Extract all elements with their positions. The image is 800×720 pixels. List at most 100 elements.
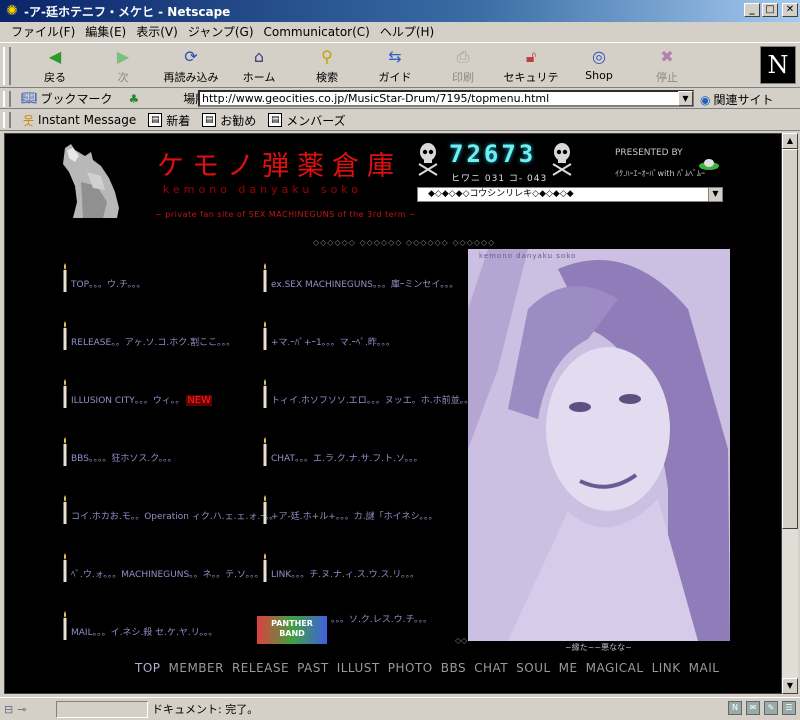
close-button[interactable]: ✕ xyxy=(782,3,798,17)
candle-icon xyxy=(263,321,267,350)
print-button[interactable]: ⎙ 印刷 xyxy=(432,47,494,87)
stop-button[interactable]: ✖ 停止 xyxy=(636,47,698,87)
panther-banner[interactable]: PANTHER BAND xyxy=(257,616,327,644)
navigator-icon[interactable]: N xyxy=(728,701,742,715)
nav-link-past[interactable]: PAST xyxy=(297,661,329,675)
instant-message-button[interactable]: 웃 Instant Message xyxy=(23,112,136,129)
search-button[interactable]: ⚲ 検索 xyxy=(296,47,358,87)
members-button[interactable]: ▤ メンバーズ xyxy=(268,112,346,129)
candle-icon xyxy=(263,437,267,466)
page-proxy-icon[interactable]: ♣ xyxy=(129,92,140,106)
related-sites-button[interactable]: ◉ 関連サイト xyxy=(700,91,774,108)
scroll-thumb[interactable] xyxy=(782,149,798,529)
security-status-icon[interactable]: ⊟ xyxy=(4,703,13,716)
menu-link-mail[interactable]: MAIL。。。イ.ネシ.殺 セ.ケ.ヤ.リ。。。 xyxy=(61,610,217,640)
nav-link-link[interactable]: LINK xyxy=(652,661,681,675)
menu-communicator[interactable]: Communicator(C) xyxy=(259,25,375,39)
menu-link-chat[interactable]: CHAT。。。エ.ラ.ク.ナ.サ.フ.ト.ソ。。。 xyxy=(261,436,423,466)
menu-help[interactable]: ヘルプ(H) xyxy=(375,23,439,40)
menu-link-member[interactable]: +マ.ｰﾊﾟ+ｰ1。。。マ.ｰﾍﾟ.昨。。。 xyxy=(261,320,395,350)
menu-link-link[interactable]: LINK。。。チ.ヌ.ナ.ィ.ス.ウ.ス.リ。。。 xyxy=(261,552,419,582)
candle-icon xyxy=(63,379,67,408)
menu-edit[interactable]: 編集(E) xyxy=(80,23,131,40)
menu-file[interactable]: ファイル(F) xyxy=(6,23,80,40)
home-label: ホーム xyxy=(242,71,276,84)
printer-icon: ⎙ xyxy=(456,47,470,66)
menu-link-release[interactable]: RELEASE。。アヶ.ソ.コ.ホク.割ここ。。。 xyxy=(61,320,235,350)
menu-view[interactable]: 表示(V) xyxy=(131,23,183,40)
recommend-label: お勧め xyxy=(220,113,257,128)
url-input[interactable] xyxy=(198,90,694,107)
guide-button[interactable]: ⇆ ガイド xyxy=(364,47,426,87)
maximize-button[interactable]: □ xyxy=(762,3,778,17)
menu-link-label: コイ.ホカお.モ。。Operation ィク.ハ.ェ.ェ.ォ.ｰ。。 xyxy=(71,512,279,522)
nav-link-release[interactable]: RELEASE xyxy=(232,661,289,675)
link-icon: ▤ xyxy=(148,113,163,127)
menu-link-magical[interactable]: +ア-廷.ホ+ル+。。。カ.謎「ホイネシ。。。 xyxy=(261,494,437,524)
menu-link-label: +マ.ｰﾊﾟ+ｰ1。。。マ.ｰﾍﾟ.昨。。。 xyxy=(271,338,395,348)
instant-message-label: Instant Message xyxy=(38,113,137,127)
candle-icon xyxy=(63,495,67,524)
mail-icon[interactable]: ✉ xyxy=(746,701,760,715)
url-dropdown-button[interactable]: ▼ xyxy=(678,91,693,106)
online-status-icon[interactable]: ⊸ xyxy=(17,703,26,716)
progress-box xyxy=(56,701,148,718)
back-arrow-icon: ◀ xyxy=(48,47,62,66)
menu-link-bbs[interactable]: BBS。。。。狂ホソス.ク。。。 xyxy=(61,436,177,466)
vertical-scrollbar[interactable]: ▲ ▼ xyxy=(782,133,798,694)
update-history-value: ◆◇◆◇◆◇コウシンリレキ◇◆◇◆◇◆ xyxy=(428,189,574,199)
bookmarks-button[interactable]: 📖︎ ブックマーク xyxy=(21,90,113,107)
netscape-logo[interactable]: N xyxy=(760,46,796,84)
skull-icon xyxy=(418,143,438,176)
personal-grip[interactable] xyxy=(3,112,11,128)
chevron-down-icon[interactable]: ▼ xyxy=(708,188,722,201)
update-history-select[interactable]: ◆◇◆◇◆◇コウシンリレキ◇◆◇◆◇◆ ▼ xyxy=(417,187,723,202)
security-button[interactable]: 🔓︎ セキュリティ xyxy=(500,47,562,100)
nav-link-member[interactable]: MEMBER xyxy=(169,661,224,675)
menu-link-machineguns[interactable]: ﾍﾟ.ウ.ォ。。。MACHINEGUNS。。ネ。。テ.ソ。。。 xyxy=(61,552,264,582)
menu-link-ex-sex-machineguns[interactable]: ex.SEX MACHINEGUNS。。。庫ｰミンセイ。。。 xyxy=(261,262,458,292)
nav-link-illust[interactable]: ILLUST xyxy=(337,661,380,675)
back-button[interactable]: ◀ 戻る xyxy=(24,47,86,87)
decorative-dots: ◇◇ xyxy=(455,636,468,645)
nav-link-mail[interactable]: MAIL xyxy=(689,661,720,675)
menu-go[interactable]: ジャンプ(G) xyxy=(183,23,259,40)
site-title: ケモノ弾薬倉庫 xyxy=(157,151,402,182)
reload-icon: ⟳ xyxy=(184,47,198,66)
menu-link-top[interactable]: TOP。。。ウ.チ。。。 xyxy=(61,262,145,292)
home-button[interactable]: ⌂ ホーム xyxy=(228,47,290,87)
location-grip[interactable] xyxy=(3,90,11,107)
nav-link-magical[interactable]: MAGICAL xyxy=(586,661,644,675)
lock-icon: 🔓︎ xyxy=(525,47,537,66)
toolbar-grip[interactable] xyxy=(3,47,11,85)
minimize-button[interactable]: _ xyxy=(744,3,760,17)
address-book-icon[interactable]: ☰ xyxy=(782,701,796,715)
recommend-button[interactable]: ▤ お勧め xyxy=(202,112,256,129)
nav-link-soul[interactable]: SOUL xyxy=(516,661,551,675)
guide-icon: ⇆ xyxy=(388,47,402,66)
new-button[interactable]: ▤ 新着 xyxy=(148,112,190,129)
menu-link-operation[interactable]: コイ.ホカお.モ。。Operation ィク.ハ.ェ.ェ.ォ.ｰ。。 xyxy=(61,494,278,524)
nav-link-chat[interactable]: CHAT xyxy=(474,661,508,675)
candle-icon xyxy=(263,263,267,292)
menu-link-soul[interactable]: 。。。ソ.ク.レス.ウ.チ。。。 xyxy=(331,612,432,627)
shop-button[interactable]: ◎ Shop xyxy=(568,47,630,87)
page-viewport: ケモノ弾薬倉庫 kemono danyaku soko ~ private fa… xyxy=(4,133,782,694)
status-bar: ⊟ ⊸ ドキュメント: 完了。 N ✉ ✎ ☰ xyxy=(0,697,800,720)
members-label: メンバーズ xyxy=(286,113,346,128)
photo-caption: ~縁た~~悪なな~ xyxy=(565,643,632,652)
nav-link-bbs[interactable]: BBS xyxy=(441,661,466,675)
nav-link-me[interactable]: ME xyxy=(559,661,578,675)
reload-button[interactable]: ⟳ 再読み込み xyxy=(160,47,222,87)
forward-arrow-icon: ▶ xyxy=(116,47,130,66)
menu-link-illust[interactable]: トィイ.ホソフソソ.エロ。。。ヌッエ。ホ.ホ前並。。。 xyxy=(261,378,478,408)
nav-link-top[interactable]: TOP xyxy=(135,661,161,675)
nav-link-photo[interactable]: PHOTO xyxy=(388,661,433,675)
menu-link-illusion-city[interactable]: ILLUSION CITY。。。ウィ。。 NEW xyxy=(61,378,212,408)
forward-button[interactable]: ▶ 次 xyxy=(92,47,154,87)
scroll-up-button[interactable]: ▲ xyxy=(782,133,798,149)
scroll-down-button[interactable]: ▼ xyxy=(782,678,798,694)
menu-bar: ファイル(F) 編集(E) 表示(V) ジャンプ(G) Communicator… xyxy=(0,22,800,41)
counter-subtext: ヒワニ 031 コ- 043 xyxy=(451,174,548,184)
composer-icon[interactable]: ✎ xyxy=(764,701,778,715)
